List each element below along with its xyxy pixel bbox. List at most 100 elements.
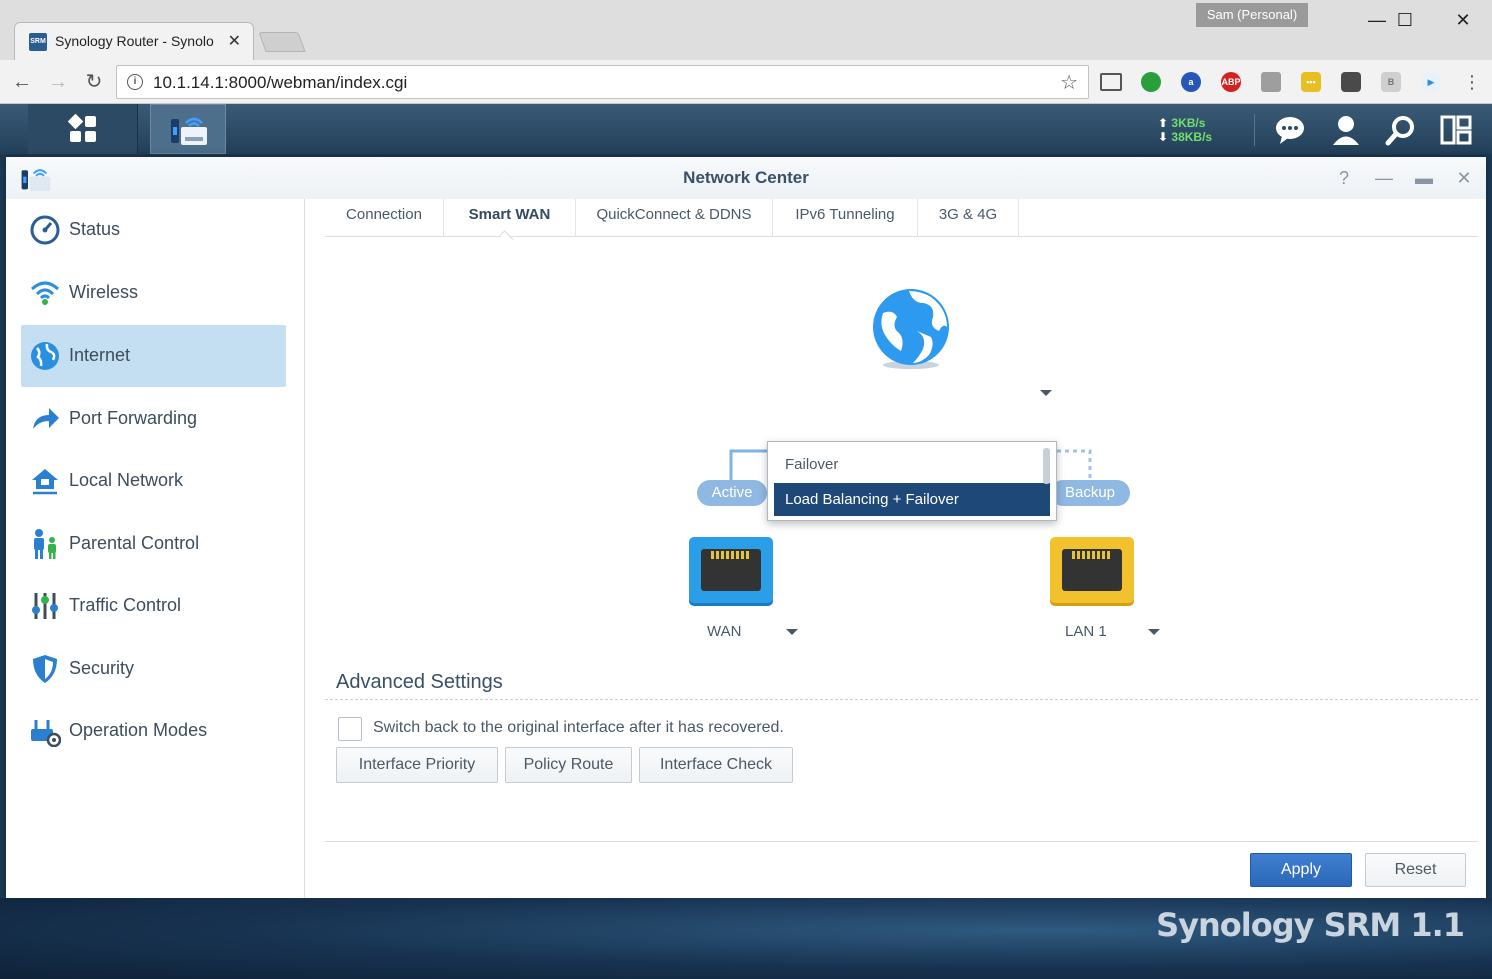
browser-tab-title: Synology Router - Synolo xyxy=(55,33,214,49)
play-extension-icon[interactable]: ▶ xyxy=(1421,72,1441,92)
policy-route-button[interactable]: Policy Route xyxy=(505,747,632,783)
amazon-assistant-icon[interactable]: a xyxy=(1181,72,1201,92)
sidebar: Status Wireless Internet Port Forwarding… xyxy=(6,199,305,898)
interface1-select-caret-icon[interactable] xyxy=(786,629,798,635)
advanced-settings-title: Advanced Settings xyxy=(336,671,503,693)
drive-icon[interactable] xyxy=(1261,72,1281,92)
sidebar-item-label: Port Forwarding xyxy=(69,408,198,428)
lan1-port-icon xyxy=(1050,537,1134,603)
notification-chat-icon[interactable] xyxy=(1274,114,1306,146)
srm-favicon-icon: SRM xyxy=(29,33,47,51)
sidebar-item-label: Wireless xyxy=(69,282,139,302)
mode-option-load-balancing-failover[interactable]: Load Balancing + Failover xyxy=(774,483,1050,516)
tab-ipv6-tunneling[interactable]: IPv6 Tunneling xyxy=(773,199,918,237)
sidebar-item-security[interactable]: Security xyxy=(21,638,286,700)
sidebar-item-label: Security xyxy=(69,658,135,678)
url-text: 10.1.14.1:8000/webman/index.cgi xyxy=(153,73,408,92)
footer-divider xyxy=(325,841,1478,842)
wan-port-icon xyxy=(689,537,773,603)
menu-icon[interactable]: ⋮ xyxy=(1458,68,1486,96)
tab-smart-wan[interactable]: Smart WAN xyxy=(444,199,576,237)
tab-3g-4g[interactable]: 3G & 4G xyxy=(918,199,1019,237)
sidebar-item-traffic-control[interactable]: Traffic Control xyxy=(21,575,286,637)
grid-icon xyxy=(68,114,96,142)
apply-button[interactable]: Apply xyxy=(1250,853,1352,887)
switch-back-label[interactable]: Switch back to the original interface af… xyxy=(373,719,784,737)
wifi-icon xyxy=(30,281,60,305)
taskbar-divider xyxy=(1254,114,1255,146)
help-icon[interactable]: ? xyxy=(1332,167,1356,189)
network-center-taskbar-button[interactable] xyxy=(150,104,226,154)
window-minimize-icon[interactable]: — xyxy=(1372,167,1396,189)
tab-quickconnect-ddns[interactable]: QuickConnect & DDNS xyxy=(576,199,773,237)
window-close-icon[interactable]: ✕ xyxy=(1452,167,1476,189)
dropdown-scrollbar[interactable] xyxy=(1043,448,1050,484)
shield-icon xyxy=(33,655,57,683)
sidebar-item-wireless[interactable]: Wireless xyxy=(21,262,286,324)
close-window-icon[interactable]: ✕ xyxy=(1440,6,1486,34)
tab-bar: Connection Smart WAN QuickConnect & DDNS… xyxy=(325,199,1478,237)
tab-connection[interactable]: Connection xyxy=(325,199,444,237)
interface2-select-caret-icon[interactable] xyxy=(1148,629,1160,635)
download-speed: 38KB/s xyxy=(1171,130,1213,144)
widgets-icon[interactable] xyxy=(1440,114,1472,146)
home-network-icon xyxy=(32,469,58,495)
browser-tab[interactable]: SRM Synology Router - Synolo ✕ xyxy=(14,22,254,60)
sidebar-item-label: Parental Control xyxy=(69,533,200,553)
sidebar-item-parental-control[interactable]: Parental Control xyxy=(21,513,286,575)
adblock-icon[interactable]: ABP xyxy=(1221,72,1241,92)
reload-icon[interactable]: ↻ xyxy=(80,68,108,96)
sidebar-item-local-network[interactable]: Local Network xyxy=(21,450,286,512)
network-speed: ⬆ 3KB/s ⬇ 38KB/s xyxy=(1158,116,1213,144)
srm-taskbar: ⬆ 3KB/s ⬇ 38KB/s xyxy=(0,104,1492,154)
forward-icon[interactable]: → xyxy=(44,68,72,96)
sidebar-item-label: Status xyxy=(69,219,121,239)
hangouts-icon[interactable] xyxy=(1141,72,1161,92)
new-tab-button[interactable] xyxy=(258,32,306,52)
sidebar-item-port-forwarding[interactable]: Port Forwarding xyxy=(21,388,286,450)
reader-icon[interactable]: B xyxy=(1381,72,1401,92)
sidebar-item-label: Operation Modes xyxy=(69,720,208,740)
smart-wan-panel: Connection Smart WAN QuickConnect & DDNS… xyxy=(305,199,1486,898)
mode-option-failover[interactable]: Failover xyxy=(774,448,1050,481)
profile-badge[interactable]: Sam (Personal) xyxy=(1196,3,1308,27)
active-badge: Active xyxy=(697,480,767,506)
mode-dropdown-list: Failover Load Balancing + Failover xyxy=(767,441,1057,521)
back-icon[interactable]: ← xyxy=(8,68,36,96)
gauge-icon xyxy=(30,215,60,245)
interface-check-button[interactable]: Interface Check xyxy=(639,747,793,783)
keep-icon[interactable] xyxy=(1341,72,1361,92)
password-manager-icon[interactable]: ••• xyxy=(1301,72,1321,92)
window-titlebar[interactable]: Network Center ? — ▬ ✕ xyxy=(6,157,1486,199)
maximize-icon[interactable]: ☐ xyxy=(1382,6,1428,34)
sidebar-item-label: Local Network xyxy=(69,470,184,490)
user-icon[interactable] xyxy=(1330,114,1362,146)
cast-icon[interactable] xyxy=(1100,73,1122,91)
synology-srm-logo: Synology SRM 1.1 xyxy=(1156,906,1465,944)
family-icon xyxy=(34,529,56,559)
browser-tab-strip: SRM Synology Router - Synolo ✕ Sam (Pers… xyxy=(0,0,1492,60)
sidebar-item-internet[interactable]: Internet xyxy=(21,325,286,387)
advanced-divider xyxy=(325,699,1478,700)
search-icon[interactable] xyxy=(1385,114,1417,146)
sidebar-item-status[interactable]: Status xyxy=(21,199,286,261)
tab-close-icon[interactable]: ✕ xyxy=(228,31,241,51)
srm-desktop: Synology SRM 1.1 xyxy=(0,898,1492,979)
switch-back-checkbox[interactable] xyxy=(338,717,362,741)
interface2-label: LAN 1 xyxy=(1065,623,1107,640)
main-menu-button[interactable] xyxy=(28,104,138,154)
sidebar-item-label: Internet xyxy=(69,345,131,365)
sidebar-item-label: Traffic Control xyxy=(69,595,182,615)
window-title: Network Center xyxy=(683,168,809,187)
router-app-icon xyxy=(171,117,207,145)
sidebar-item-operation-modes[interactable]: Operation Modes xyxy=(21,700,286,762)
interface-priority-button[interactable]: Interface Priority xyxy=(336,747,498,783)
sliders-icon xyxy=(32,593,58,619)
address-bar[interactable]: i 10.1.14.1:8000/webman/index.cgi ☆ xyxy=(116,65,1089,99)
network-center-window: Network Center ? — ▬ ✕ Status Wireless I… xyxy=(6,157,1486,898)
globe-icon xyxy=(31,342,59,370)
reset-button[interactable]: Reset xyxy=(1365,853,1466,887)
bookmark-star-icon[interactable]: ☆ xyxy=(1060,70,1078,95)
info-icon[interactable]: i xyxy=(127,74,143,90)
window-maximize-icon[interactable]: ▬ xyxy=(1412,167,1436,189)
